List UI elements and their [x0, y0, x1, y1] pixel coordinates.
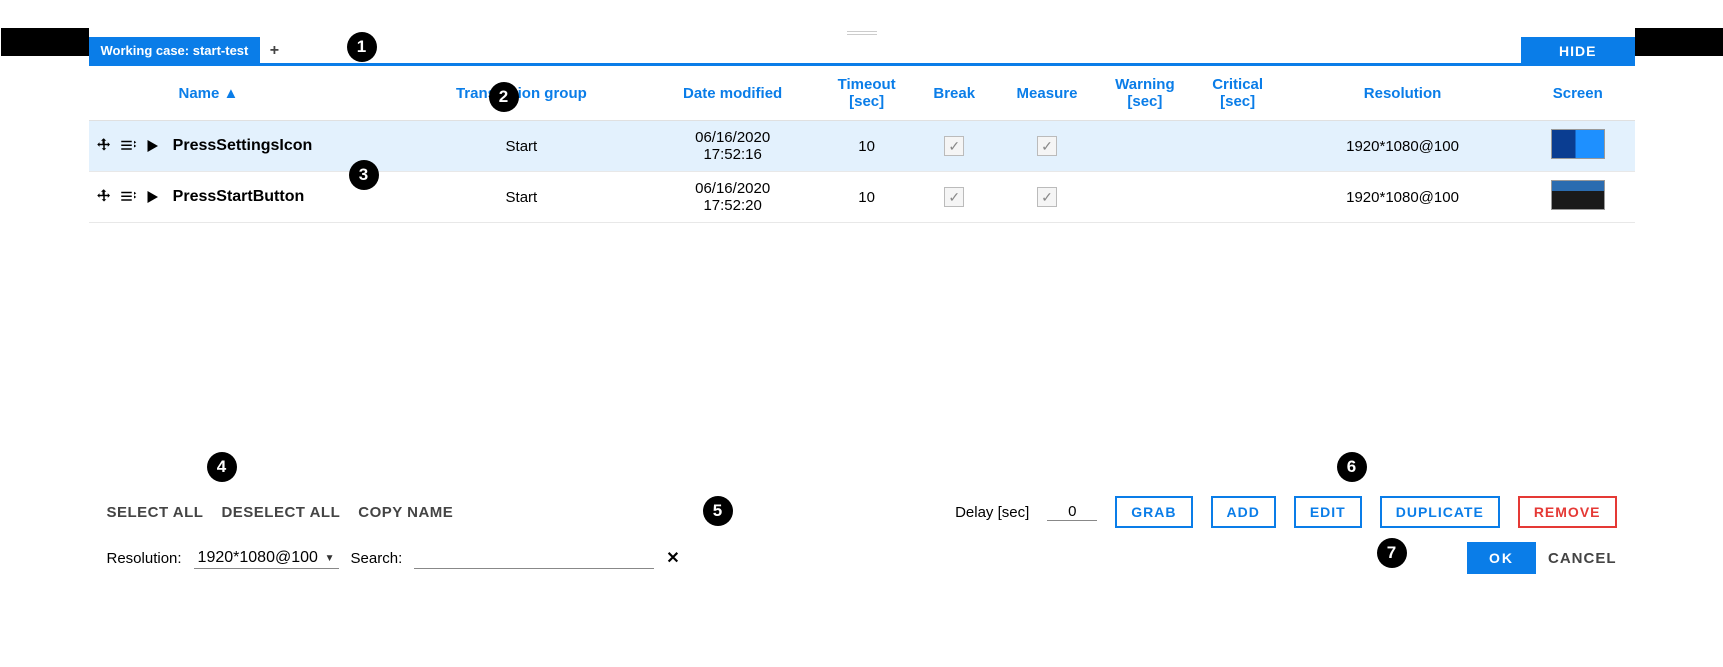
remove-button[interactable]: REMOVE — [1518, 496, 1617, 528]
col-timeout[interactable]: Timeout [sec] — [820, 66, 913, 121]
footer-bar: SELECT ALL DESELECT ALL COPY NAME Delay … — [89, 486, 1635, 588]
play-icon[interactable] — [143, 137, 161, 155]
screen-thumbnail[interactable] — [1551, 180, 1605, 210]
hide-label: HIDE — [1559, 43, 1596, 59]
table-header-row: Name ▲ Transaction group Date modified T… — [89, 66, 1635, 121]
col-critical[interactable]: Critical [sec] — [1191, 66, 1284, 121]
list-icon[interactable] — [119, 137, 137, 155]
grab-button[interactable]: GRAB — [1115, 496, 1192, 528]
col-screen[interactable]: Screen — [1521, 66, 1634, 121]
plus-icon: + — [270, 42, 279, 60]
row-resolution: 1920*1080@100 — [1284, 121, 1521, 172]
break-checkbox[interactable]: ✓ — [944, 136, 964, 156]
clear-search-button[interactable]: ✕ — [666, 548, 679, 568]
resolution-label: Resolution: — [107, 550, 182, 567]
callout-1: 1 — [347, 32, 377, 62]
col-measure-label: Measure — [1017, 85, 1078, 102]
copy-name-button[interactable]: COPY NAME — [358, 504, 453, 521]
row-resolution: 1920*1080@100 — [1284, 172, 1521, 223]
row-name: PressSettingsIcon — [173, 137, 313, 154]
callout-5: 5 — [703, 496, 733, 526]
col-date-label: Date modified — [683, 85, 782, 102]
col-name-label: Name ▲ — [179, 85, 239, 102]
delay-label: Delay [sec] — [955, 504, 1029, 521]
screen-thumbnail[interactable] — [1551, 129, 1605, 159]
row-tgroup: Start — [398, 121, 645, 172]
drag-handle[interactable] — [89, 28, 1635, 38]
hide-button[interactable]: HIDE — [1521, 37, 1634, 65]
row-tgroup: Start — [398, 172, 645, 223]
col-tgroup[interactable]: Transaction group — [398, 66, 645, 121]
row-date: 06/16/2020 17:52:20 — [645, 172, 820, 223]
copy-name-label: COPY NAME — [358, 504, 453, 521]
row-name: PressStartButton — [173, 188, 305, 205]
edit-button[interactable]: EDIT — [1294, 496, 1362, 528]
grab-label: GRAB — [1131, 504, 1176, 520]
duplicate-label: DUPLICATE — [1396, 504, 1484, 520]
select-all-button[interactable]: SELECT ALL — [107, 504, 204, 521]
delay-input[interactable] — [1047, 503, 1097, 521]
row-timeout: 10 — [820, 121, 913, 172]
remove-label: REMOVE — [1534, 504, 1601, 520]
search-input[interactable] — [414, 547, 654, 569]
ok-button[interactable]: OK — [1467, 542, 1536, 574]
deselect-all-button[interactable]: DESELECT ALL — [221, 504, 340, 521]
col-warning[interactable]: Warning [sec] — [1099, 66, 1192, 121]
col-warning-label: Warning [sec] — [1115, 76, 1174, 110]
col-date[interactable]: Date modified — [645, 66, 820, 121]
row-date: 06/16/2020 17:52:16 — [645, 121, 820, 172]
tab-add[interactable]: + — [260, 37, 288, 65]
col-name[interactable]: Name ▲ — [89, 66, 398, 121]
move-icon[interactable] — [95, 137, 113, 155]
resolution-select[interactable]: 1920*1080@100 — [194, 547, 339, 569]
deselect-all-label: DESELECT ALL — [221, 504, 340, 521]
callout-3: 3 — [349, 160, 379, 190]
col-resolution[interactable]: Resolution — [1284, 66, 1521, 121]
play-icon[interactable] — [143, 188, 161, 206]
ok-label: OK — [1489, 550, 1514, 566]
callout-6: 6 — [1337, 452, 1367, 482]
col-critical-label: Critical [sec] — [1212, 76, 1263, 110]
row-warning — [1099, 121, 1192, 172]
row-warning — [1099, 172, 1192, 223]
add-button[interactable]: ADD — [1211, 496, 1276, 528]
col-timeout-label: Timeout [sec] — [838, 76, 896, 110]
edit-label: EDIT — [1310, 504, 1346, 520]
row-critical — [1191, 172, 1284, 223]
close-icon: ✕ — [666, 550, 679, 567]
duplicate-button[interactable]: DUPLICATE — [1380, 496, 1500, 528]
col-resolution-label: Resolution — [1364, 85, 1442, 102]
cancel-label: CANCEL — [1548, 550, 1617, 567]
col-break[interactable]: Break — [913, 66, 995, 121]
col-measure[interactable]: Measure — [995, 66, 1098, 121]
col-screen-label: Screen — [1553, 85, 1603, 102]
table-row[interactable]: PressStartButton Start 06/16/2020 17:52:… — [89, 172, 1635, 223]
tab-label: Working case: start-test — [101, 43, 249, 58]
cancel-button[interactable]: CANCEL — [1548, 550, 1617, 567]
callout-2: 2 — [489, 82, 519, 112]
table-row[interactable]: PressSettingsIcon Start 06/16/2020 17:52… — [89, 121, 1635, 172]
tab-working-case[interactable]: Working case: start-test — [89, 37, 261, 65]
search-label: Search: — [351, 550, 403, 567]
add-label: ADD — [1227, 504, 1260, 520]
callout-4: 4 — [207, 452, 237, 482]
row-timeout: 10 — [820, 172, 913, 223]
move-icon[interactable] — [95, 188, 113, 206]
measure-checkbox[interactable]: ✓ — [1037, 187, 1057, 207]
select-all-label: SELECT ALL — [107, 504, 204, 521]
col-break-label: Break — [933, 85, 975, 102]
measure-checkbox[interactable]: ✓ — [1037, 136, 1057, 156]
callout-7: 7 — [1377, 538, 1407, 568]
test-cases-table: Name ▲ Transaction group Date modified T… — [89, 66, 1635, 223]
break-checkbox[interactable]: ✓ — [944, 187, 964, 207]
row-critical — [1191, 121, 1284, 172]
list-icon[interactable] — [119, 188, 137, 206]
tab-bar: Working case: start-test + HIDE — [89, 38, 1635, 66]
col-tgroup-label: Transaction group — [456, 85, 587, 102]
